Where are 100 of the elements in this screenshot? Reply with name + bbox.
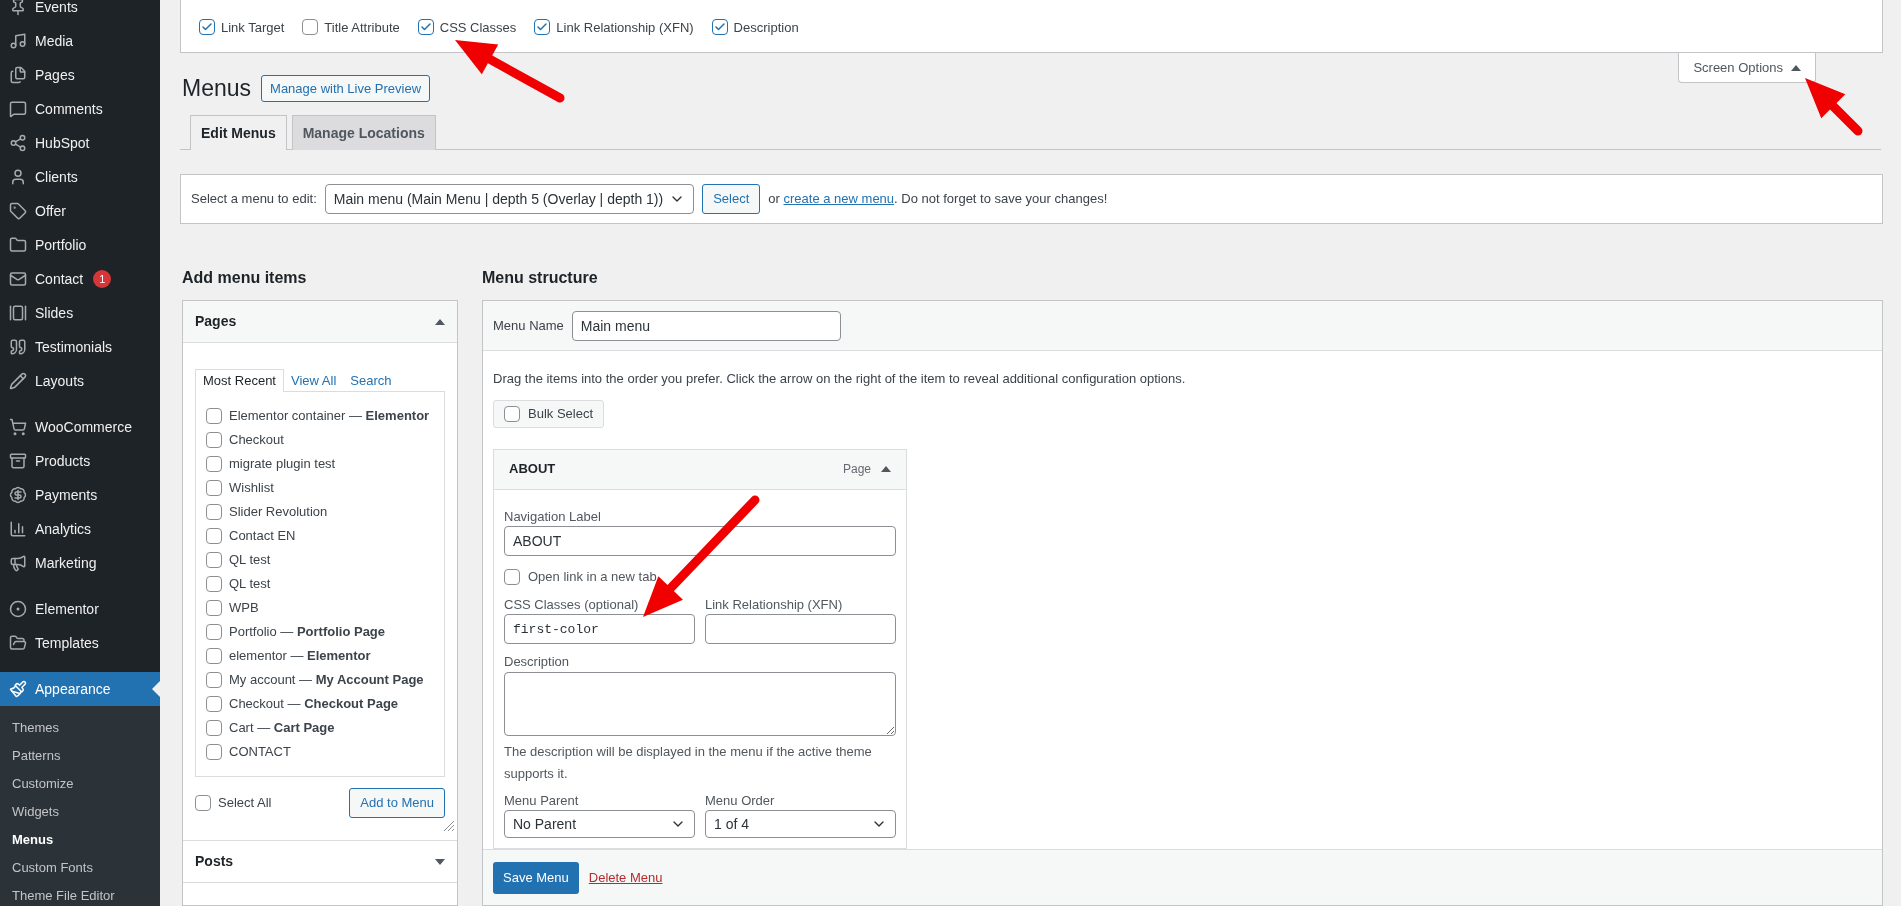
submenu-item[interactable]: Widgets [0,798,160,826]
tab[interactable]: Most Recent [195,369,284,392]
checkbox[interactable] [206,696,222,712]
checkbox[interactable] [206,480,222,496]
caret-icon [435,318,445,325]
sidebar-item[interactable]: Events [0,0,160,24]
sidebar-item[interactable]: WooCommerce [0,410,160,444]
checkbox[interactable] [206,408,222,424]
sidebar-item[interactable]: Offer [0,194,160,228]
checkbox[interactable] [206,576,222,592]
add-to-menu-button[interactable]: Add to Menu [349,788,445,818]
checkbox[interactable] [417,19,434,36]
page-label: Elementor container — Elementor [229,407,430,426]
bar-chart-icon [9,520,27,538]
menu-parent-dropdown[interactable]: No Parent [504,810,695,838]
field-label: Link Relationship (XFN) [705,595,844,614]
sidebar-item[interactable]: Elementor [0,592,160,626]
checkbox[interactable] [206,600,222,616]
field-label: Description [504,653,571,671]
field-label: Navigation Label [504,507,602,526]
submenu-item[interactable]: Custom Fonts [0,854,160,882]
sidebar-item[interactable]: Appearance [0,672,160,706]
sidebar-item[interactable]: Comments [0,92,160,126]
media-icon [9,32,27,50]
menu-item-header[interactable]: ABOUT Page [494,449,906,490]
submenu-item[interactable]: Theme File Editor [0,882,160,906]
checkbox[interactable] [206,432,222,448]
sidebar-item[interactable]: Testimonials [0,330,160,364]
page-label: Slider Revolution [229,503,328,522]
live-preview-button[interactable]: Manage with Live Preview [261,75,431,102]
submenu-item[interactable]: Customize [0,770,160,798]
option-label: Link Target [221,18,285,37]
menu-name-field[interactable]: Main menu [571,310,841,341]
css-classes-field[interactable]: first-color [504,614,695,644]
megaphone-icon [9,554,27,572]
sidebar-item[interactable]: HubSpot [0,126,160,160]
bulk-select-button[interactable]: Bulk Select [493,399,605,428]
submenu-item[interactable]: Menus [0,826,160,854]
tab[interactable]: Manage Locations [291,115,436,150]
field-label: CSS Classes (optional) [504,595,640,614]
tab[interactable]: View All [284,369,344,392]
caret-icon [435,858,445,865]
sidebar-item[interactable]: Contact 1 [0,262,160,296]
checkbox[interactable] [195,795,211,811]
navigation-label-field[interactable]: ABOUT [504,526,896,556]
select-button[interactable]: Select [702,184,761,214]
sidebar-item[interactable]: Marketing [0,546,160,580]
description-hint: The description will be displayed in the menu if the active theme supports it. [504,742,873,783]
checkbox[interactable] [206,744,222,760]
sidebar-item[interactable]: Layouts [0,364,160,398]
menu-order-dropdown[interactable]: 1 of 4 [705,810,896,838]
caret-icon [881,466,891,472]
description-field[interactable] [504,671,896,736]
instructions-text: Drag the items into the order you prefer. Click the arrow on the right of the item to reveal additional configuration options. [493,370,1187,388]
menu-name-label: Menu Name [493,316,564,335]
dollar-icon [9,486,27,504]
checkbox[interactable] [199,19,215,36]
annotation-arrow [1805,78,1863,136]
sidebar-item[interactable]: Slides [0,296,160,330]
select-all-label: Select All [218,794,272,813]
field-label: Menu Parent [504,791,580,810]
checkbox[interactable] [504,568,520,585]
section-heading: Add menu items [182,268,308,288]
tab[interactable]: Search [343,369,399,392]
checkbox[interactable] [206,552,222,568]
submenu-item[interactable]: Patterns [0,742,160,770]
checkbox[interactable] [206,624,222,640]
sidebar-item[interactable]: Analytics [0,512,160,546]
caret-icon [1791,64,1801,71]
xfn-field[interactable] [705,614,896,644]
checkbox[interactable] [302,19,319,36]
delete-menu-link[interactable]: Delete Menu [588,867,663,888]
page-title: Menus [182,74,252,104]
save-menu-button[interactable]: Save Menu [493,861,579,894]
checkbox[interactable] [206,528,222,544]
checkbox[interactable] [206,720,222,736]
box-icon [9,452,27,470]
sidebar-item[interactable]: Pages [0,58,160,92]
accordion-header[interactable]: Pages [183,301,457,343]
sidebar-item[interactable]: Templates [0,626,160,660]
create-menu-link[interactable]: create a new menu [783,191,895,207]
menu-dropdown[interactable]: Main menu (Main Menu | depth 5 (Overlay | depth 1)) [324,184,695,214]
sidebar-item[interactable]: Payments [0,478,160,512]
checkbox[interactable] [711,19,728,36]
checkbox[interactable] [206,456,222,472]
page-label: QL test [229,551,271,570]
submenu-item[interactable]: Themes [0,714,160,742]
screen-options-toggle[interactable]: Screen Options [1678,53,1816,83]
checkbox[interactable] [206,648,222,664]
checkbox[interactable] [206,504,222,520]
sidebar-item[interactable]: Portfolio [0,228,160,262]
checkbox[interactable] [206,672,222,688]
sidebar-item[interactable]: Media [0,24,160,58]
sidebar-item[interactable]: Products [0,444,160,478]
page-label: Contact EN [229,527,296,546]
checkbox[interactable] [504,405,520,422]
sidebar-item[interactable]: Clients [0,160,160,194]
page-label: elementor — Elementor [229,647,371,666]
checkbox[interactable] [534,19,551,36]
tab[interactable]: Edit Menus [190,115,287,150]
